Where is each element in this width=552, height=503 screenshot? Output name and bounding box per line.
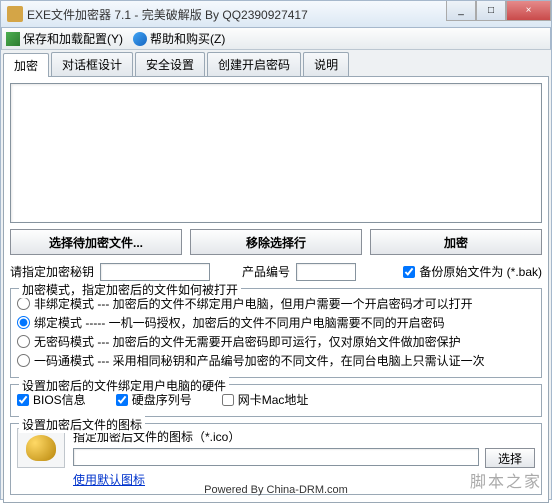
select-file-button[interactable]: 选择待加密文件... xyxy=(10,229,182,255)
hw-mac-row[interactable]: 网卡Mac地址 xyxy=(222,391,309,408)
hw-mac-checkbox[interactable] xyxy=(222,394,234,406)
mode-onecode-row[interactable]: 一码通模式 --- 采用相同秘钥和产品编号加密的不同文件，在同台电脑上只需认证一… xyxy=(17,352,535,369)
backup-checkbox-row[interactable]: 备份原始文件为 (*.bak) xyxy=(403,263,542,280)
close-button[interactable]: × xyxy=(506,1,551,21)
hw-bios-checkbox[interactable] xyxy=(17,394,29,406)
file-list[interactable] xyxy=(10,83,542,223)
icon-path-input[interactable] xyxy=(73,448,479,466)
product-label: 产品编号 xyxy=(242,263,290,280)
window-buttons: _ □ × xyxy=(446,1,551,21)
tab-bar: 加密 对话框设计 安全设置 创建开启密码 说明 xyxy=(3,52,549,76)
remove-row-button[interactable]: 移除选择行 xyxy=(190,229,362,255)
product-input[interactable] xyxy=(296,263,356,281)
browse-icon-button[interactable]: 选择 xyxy=(485,448,535,468)
backup-label: 备份原始文件为 (*.bak) xyxy=(419,263,542,280)
mode-legend: 加密模式，指定加密后的文件如何被打开 xyxy=(19,281,241,298)
menu-help-label: 帮助和购买(Z) xyxy=(150,30,225,47)
menu-save-config[interactable]: 保存和加载配置(Y) xyxy=(6,30,123,47)
mode-bound-row[interactable]: 绑定模式 ----- 一机一码授权，加密后的文件不同用户电脑需要不同的开启密码 xyxy=(17,314,535,331)
tab-about[interactable]: 说明 xyxy=(303,52,349,76)
minimize-button[interactable]: _ xyxy=(446,1,476,21)
mode-unbound-radio[interactable] xyxy=(17,297,30,310)
tab-security[interactable]: 安全设置 xyxy=(135,52,205,76)
icon-preview xyxy=(17,428,65,468)
menu-save-label: 保存和加载配置(Y) xyxy=(23,30,123,47)
hw-disk-checkbox[interactable] xyxy=(116,394,128,406)
maximize-button[interactable]: □ xyxy=(476,1,506,21)
mode-group: 加密模式，指定加密后的文件如何被打开 非绑定模式 --- 加密后的文件不绑定用户… xyxy=(10,288,542,378)
tab-dialog[interactable]: 对话框设计 xyxy=(51,52,133,76)
key-label: 请指定加密秘钥 xyxy=(10,263,94,280)
tab-create-password[interactable]: 创建开启密码 xyxy=(207,52,301,76)
mode-nopw-radio[interactable] xyxy=(17,335,30,348)
key-icon xyxy=(26,435,56,461)
menu-bar: 保存和加载配置(Y) 帮助和购买(Z) xyxy=(1,28,551,50)
hardware-group: 设置加密后的文件绑定用户电脑的硬件 BIOS信息 硬盘序列号 网卡Mac地址 xyxy=(10,384,542,417)
encrypt-button[interactable]: 加密 xyxy=(370,229,542,255)
mode-bound-radio[interactable] xyxy=(17,316,30,329)
title-bar: EXE文件加密器 7.1 - 完美破解版 By QQ2390927417 _ □… xyxy=(0,0,552,28)
icon-legend: 设置加密后文件的图标 xyxy=(19,416,145,433)
help-icon xyxy=(133,32,147,46)
mode-onecode-radio[interactable] xyxy=(17,354,30,367)
watermark: 脚本之家 xyxy=(470,468,542,492)
tab-encrypt[interactable]: 加密 xyxy=(3,53,49,77)
app-icon xyxy=(7,6,23,22)
menu-help-buy[interactable]: 帮助和购买(Z) xyxy=(133,30,225,47)
mode-nopw-row[interactable]: 无密码模式 --- 加密后的文件无需要开启密码即可运行，仅对原始文件做加密保护 xyxy=(17,333,535,350)
main-panel: 选择待加密文件... 移除选择行 加密 请指定加密秘钥 产品编号 备份原始文件为… xyxy=(3,76,549,503)
hardware-legend: 设置加密后的文件绑定用户电脑的硬件 xyxy=(19,377,229,394)
window-title: EXE文件加密器 7.1 - 完美破解版 By QQ2390927417 xyxy=(27,6,308,23)
backup-checkbox[interactable] xyxy=(403,266,415,278)
key-input[interactable] xyxy=(100,263,210,281)
disk-icon xyxy=(6,32,20,46)
